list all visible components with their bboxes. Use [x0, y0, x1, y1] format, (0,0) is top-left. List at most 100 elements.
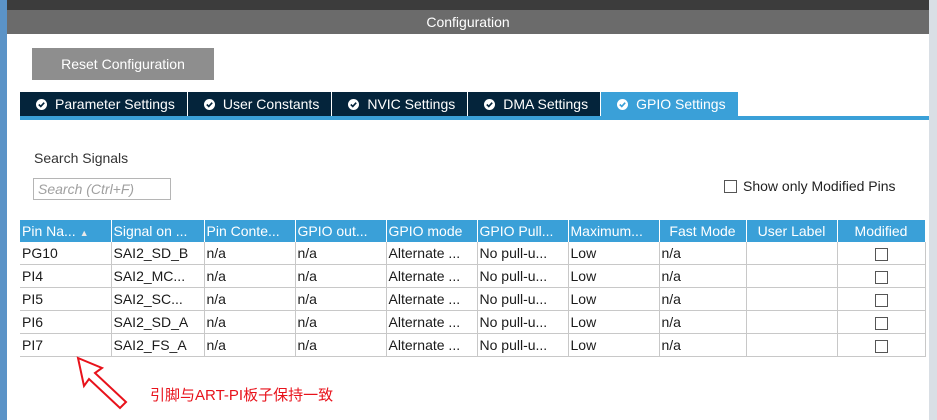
tab-dma-settings[interactable]: DMA Settings: [468, 92, 602, 116]
column-header-user-label[interactable]: User Label: [746, 220, 838, 242]
cell-modified: [837, 287, 926, 311]
cell-gpio-mode: Alternate ...: [386, 242, 478, 265]
cell-maximum: Low: [568, 287, 660, 311]
table-row[interactable]: PI6 SAI2_SD_A n/a n/a Alternate ... No p…: [20, 310, 926, 334]
search-input[interactable]: [33, 178, 171, 200]
cell-user-label[interactable]: [746, 287, 838, 311]
cell-signal: SAI2_SD_B: [111, 242, 205, 265]
cell-signal: SAI2_SC...: [111, 287, 205, 311]
tab-nvic-settings[interactable]: NVIC Settings: [332, 92, 469, 116]
column-label: Pin Conte...: [206, 223, 280, 239]
cell-gpio-output: n/a: [295, 333, 387, 357]
column-header-gpio-mode[interactable]: GPIO mode: [386, 220, 478, 242]
column-header-signal[interactable]: Signal on ...: [111, 220, 205, 242]
tab-label: DMA Settings: [503, 96, 589, 112]
cell-pin-context: n/a: [204, 287, 296, 311]
cell-gpio-mode: Alternate ...: [386, 310, 478, 334]
column-label: Fast Mode: [669, 223, 736, 239]
column-label: Pin Na...: [22, 223, 76, 239]
cell-pin-name: PI4: [20, 264, 112, 288]
column-header-pin-name[interactable]: Pin Na... ▲: [20, 220, 112, 242]
cell-gpio-output: n/a: [295, 310, 387, 334]
cell-user-label[interactable]: [746, 264, 838, 288]
modified-checkbox[interactable]: [874, 293, 888, 307]
cell-pin-context: n/a: [204, 242, 296, 265]
column-label: Maximum...: [570, 223, 643, 239]
table-row[interactable]: PI7 SAI2_FS_A n/a n/a Alternate ... No p…: [20, 333, 926, 357]
sort-up-icon: ▲: [79, 228, 89, 238]
gpio-signals-table: Pin Na... ▲ Signal on ... Pin Conte... GP…: [20, 220, 926, 357]
table-row[interactable]: PI4 SAI2_MC... n/a n/a Alternate ... No …: [20, 264, 926, 288]
cell-user-label[interactable]: [746, 242, 838, 265]
cell-gpio-mode: Alternate ...: [386, 287, 478, 311]
cell-modified: [837, 310, 926, 334]
cell-gpio-pull: No pull-u...: [477, 242, 569, 265]
cell-maximum: Low: [568, 264, 660, 288]
cell-fast-mode: n/a: [659, 310, 747, 334]
column-label: Signal on ...: [113, 223, 188, 239]
cell-gpio-mode: Alternate ...: [386, 333, 478, 357]
modified-checkbox[interactable]: [874, 339, 888, 353]
column-header-gpio-pull[interactable]: GPIO Pull...: [477, 220, 569, 242]
cell-fast-mode: n/a: [659, 287, 747, 311]
cell-gpio-pull: No pull-u...: [477, 310, 569, 334]
show-modified-pins-label: Show only Modified Pins: [743, 178, 896, 194]
cell-pin-name: PI6: [20, 310, 112, 334]
cell-gpio-output: n/a: [295, 264, 387, 288]
cell-signal: SAI2_FS_A: [111, 333, 205, 357]
cell-fast-mode: n/a: [659, 264, 747, 288]
column-label: Modified: [854, 223, 908, 239]
check-circle-icon: [36, 98, 47, 110]
cell-gpio-output: n/a: [295, 287, 387, 311]
cell-user-label[interactable]: [746, 310, 838, 334]
tab-parameter-settings[interactable]: Parameter Settings: [20, 92, 188, 116]
table-row[interactable]: PG10 SAI2_SD_B n/a n/a Alternate ... No …: [20, 242, 926, 265]
cell-gpio-pull: No pull-u...: [477, 264, 569, 288]
column-label: GPIO mode: [388, 223, 463, 239]
cell-pin-context: n/a: [204, 310, 296, 334]
cell-user-label[interactable]: [746, 333, 838, 357]
column-header-modified[interactable]: Modified: [837, 220, 926, 242]
column-label: User Label: [757, 223, 826, 239]
right-scrollbar[interactable]: [929, 0, 937, 420]
tab-panel-border: [20, 116, 929, 120]
cell-gpio-pull: No pull-u...: [477, 333, 569, 357]
annotation-text: 引脚与ART-PI板子保持一致: [150, 387, 334, 404]
left-border: [0, 0, 7, 420]
show-modified-pins-toggle[interactable]: Show only Modified Pins: [724, 178, 896, 194]
column-label: GPIO Pull...: [479, 223, 554, 239]
cell-pin-context: n/a: [204, 333, 296, 357]
tab-user-constants[interactable]: User Constants: [187, 92, 333, 116]
configuration-title: Configuration: [426, 14, 510, 30]
table-row[interactable]: PI5 SAI2_SC... n/a n/a Alternate ... No …: [20, 287, 926, 311]
cell-maximum: Low: [568, 310, 660, 334]
reset-configuration-button[interactable]: Reset Configuration: [32, 48, 214, 80]
column-label: GPIO out...: [297, 223, 368, 239]
cell-pin-name: PI7: [20, 333, 112, 357]
check-circle-icon: [617, 98, 629, 110]
cell-modified: [837, 333, 926, 357]
column-header-fast-mode[interactable]: Fast Mode: [659, 220, 747, 242]
modified-checkbox[interactable]: [874, 247, 888, 261]
column-header-maximum[interactable]: Maximum...: [568, 220, 660, 242]
tab-label: Parameter Settings: [55, 96, 175, 112]
column-header-gpio-output[interactable]: GPIO out...: [295, 220, 387, 242]
tab-gpio-settings[interactable]: GPIO Settings: [601, 92, 739, 116]
cell-modified: [837, 242, 926, 265]
tab-label: NVIC Settings: [367, 96, 456, 112]
cell-signal: SAI2_SD_A: [111, 310, 205, 334]
arrow-icon: [76, 356, 132, 413]
checkbox[interactable]: [724, 179, 737, 193]
column-header-pin-context[interactable]: Pin Conte...: [204, 220, 296, 242]
tab-label: User Constants: [222, 96, 320, 112]
cell-modified: [837, 264, 926, 288]
check-circle-icon: [203, 98, 215, 110]
cell-pin-context: n/a: [204, 264, 296, 288]
table-header-row: Pin Na... ▲ Signal on ... Pin Conte... GP…: [20, 220, 926, 242]
cell-maximum: Low: [568, 242, 660, 265]
modified-checkbox[interactable]: [874, 316, 888, 330]
cell-pin-name: PI5: [20, 287, 112, 311]
cell-fast-mode: n/a: [659, 242, 747, 265]
cell-fast-mode: n/a: [659, 333, 747, 357]
modified-checkbox[interactable]: [874, 270, 888, 284]
